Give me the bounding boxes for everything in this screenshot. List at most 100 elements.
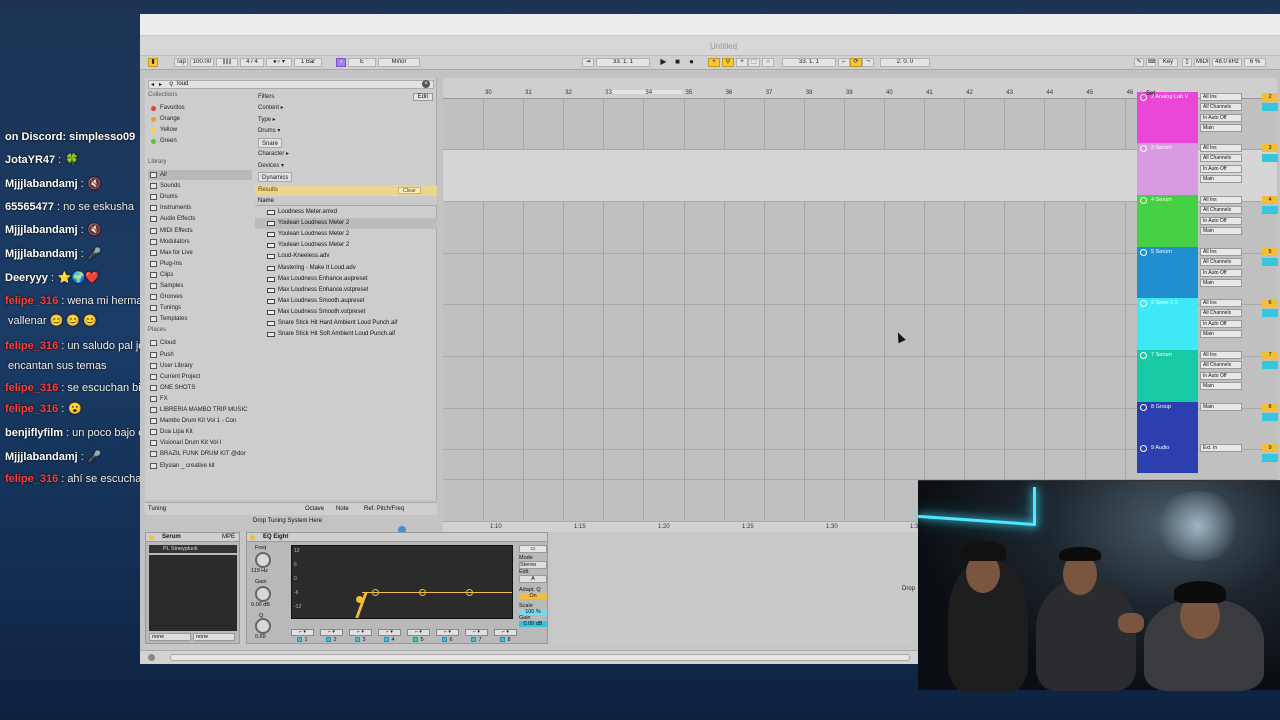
result-item[interactable]: Loudness Meter.amxd — [255, 207, 437, 218]
track-io-selector[interactable]: In Auto Off — [1200, 113, 1242, 122]
metronome-icon[interactable]: ∥∥∥ — [216, 58, 238, 67]
eq-band-2-dot[interactable] — [372, 589, 379, 596]
metronome-toggle-icon[interactable]: ●○ ▾ — [266, 58, 292, 67]
eq-band-toggle[interactable]: 2 — [320, 637, 343, 644]
library-item[interactable]: Templates — [148, 314, 252, 324]
track-io-selector[interactable]: Main — [1200, 174, 1242, 183]
arrangement-position-field[interactable]: 33. 1. 1 — [596, 58, 650, 67]
eq-eight-title[interactable]: EQ Eight — [247, 533, 547, 542]
automation-arm-icon[interactable]: ⚲ — [722, 58, 734, 67]
library-item[interactable]: Tunings — [148, 303, 252, 313]
eq-band-toggle[interactable]: 1 — [291, 637, 314, 644]
re-enable-icon[interactable]: + — [736, 58, 748, 67]
result-item[interactable]: Youlean Loudness Meter 2 — [255, 240, 437, 251]
edit-filters-button[interactable]: Edit — [412, 93, 433, 101]
session-record-icon[interactable]: ○ — [762, 58, 774, 67]
track-activator-icon[interactable] — [1262, 309, 1278, 317]
clear-search-icon[interactable]: × — [422, 80, 430, 88]
track-number[interactable]: 7 — [1262, 351, 1278, 359]
place-item[interactable]: Push — [148, 350, 252, 360]
collection-item[interactable]: Yellow — [148, 125, 252, 135]
track-io-selector[interactable]: Ext. In — [1200, 444, 1242, 452]
filter-item[interactable]: Character ▸ — [258, 149, 289, 159]
place-item[interactable]: User Library — [148, 361, 252, 371]
track-io-selector[interactable]: All Ins — [1200, 144, 1242, 152]
device-drop-area[interactable] — [553, 532, 923, 644]
filter-item[interactable]: Content ▸ — [258, 103, 284, 113]
place-item[interactable]: Dua Lipa Kit — [148, 427, 252, 437]
result-item[interactable]: Mastering - Make It Loud.adv — [255, 263, 437, 274]
punch-in-icon[interactable]: ⌐ — [838, 58, 850, 67]
track-activator-icon[interactable] — [1262, 154, 1278, 162]
key-map-button[interactable]: Key — [1158, 58, 1178, 67]
track-io-selector[interactable]: All Channels — [1200, 154, 1242, 163]
loop-length-field[interactable]: 2. 0. 0 — [880, 58, 930, 67]
track-name[interactable]: 8 Group — [1151, 404, 1171, 410]
tap-button[interactable]: Tap — [174, 58, 188, 67]
track-io-selector[interactable]: Main — [1200, 381, 1242, 390]
track-header[interactable]: 3 Serum All Ins All Channels In Auto Off Mai… — [1137, 143, 1280, 195]
track-header[interactable]: 7 Serum All Ins All Channels In Auto Off Mai… — [1137, 350, 1280, 402]
preset-selector[interactable]: PL Sineypluck — [149, 545, 237, 553]
track-number[interactable]: 8 — [1262, 403, 1278, 411]
gain-knob[interactable] — [255, 586, 271, 602]
scale-dropdown[interactable]: Minor — [378, 58, 420, 67]
result-item[interactable]: Loud-Kneeless.adv — [255, 251, 437, 262]
track-activator-icon[interactable] — [1262, 413, 1278, 421]
eq-band-toggle[interactable]: 6 — [436, 637, 459, 644]
record-icon[interactable]: ● — [686, 58, 697, 67]
track-fold-icon[interactable] — [1140, 145, 1147, 152]
capture-icon[interactable]: ⬚ — [748, 58, 760, 67]
punch-out-icon[interactable]: ¬ — [862, 58, 874, 67]
adaptive-q-toggle[interactable]: On — [519, 593, 547, 599]
output-selector-2[interactable]: none — [193, 633, 235, 641]
library-item[interactable]: Samples — [148, 281, 252, 291]
track-io-selector[interactable]: Main — [1200, 278, 1242, 287]
library-item[interactable]: Audio Effects — [148, 214, 252, 224]
track-fold-icon[interactable] — [1140, 352, 1147, 359]
track-io-selector[interactable]: All Channels — [1200, 309, 1242, 318]
forward-icon[interactable]: ▸ — [159, 81, 162, 88]
track-number[interactable]: 3 — [1262, 144, 1278, 152]
filter-item[interactable]: Drums ▾ — [258, 126, 280, 136]
search-input[interactable]: loud — [148, 80, 434, 89]
track-name[interactable]: 9 Audio — [1151, 445, 1169, 451]
track-io-selector[interactable]: All Channels — [1200, 361, 1242, 370]
scale-mode-icon[interactable]: ♪ — [336, 58, 346, 67]
track-number[interactable]: 9 — [1262, 444, 1278, 452]
track-io-selector[interactable]: All Channels — [1200, 206, 1242, 215]
track-name[interactable]: 2 Analog Lab V — [1151, 94, 1188, 100]
result-item[interactable]: Max Loudness Smooth.aupreset — [255, 296, 437, 307]
track-header[interactable]: 4 Serum All Ins All Channels In Auto Off Mai… — [1137, 195, 1280, 247]
mpe-label[interactable]: MPE — [222, 534, 235, 540]
eq-filter-type-button[interactable]: ⌐ ▾ — [349, 629, 372, 636]
track-io-selector[interactable]: In Auto Off — [1200, 371, 1242, 380]
tuning-drop-zone[interactable]: Drop Tuning System Here — [253, 518, 322, 524]
eq-filter-type-button[interactable]: ⌐ ▾ — [494, 629, 517, 636]
eq-band-toggle[interactable]: 5 — [407, 637, 430, 644]
track-header[interactable]: 2 Analog Lab V All Ins All Channels In Auto… — [1137, 92, 1280, 143]
track-io-selector[interactable]: Main — [1200, 123, 1242, 132]
follow-icon[interactable]: ⇥ — [582, 58, 594, 67]
track-io-selector[interactable]: All Ins — [1200, 196, 1242, 204]
track-activator-icon[interactable] — [1262, 454, 1278, 462]
library-item[interactable]: Grooves — [148, 292, 252, 302]
place-item[interactable]: BRAZIL FUNK DRUM KIT @dor — [148, 449, 252, 459]
edit-a-button[interactable]: A — [519, 575, 547, 583]
quantize-dropdown[interactable]: 1 Bar — [294, 58, 322, 67]
track-io-selector[interactable]: All Ins — [1200, 248, 1242, 256]
result-item[interactable]: Snare Stick Hit Hard Ambient Loud Punch.… — [255, 318, 437, 329]
place-item[interactable]: Elysian _ creative kit — [148, 461, 252, 471]
track-number[interactable]: 6 — [1262, 299, 1278, 307]
output-selector-1[interactable]: none — [149, 633, 191, 641]
track-name[interactable]: 7 Serum — [1151, 352, 1172, 358]
collection-item[interactable]: Orange — [148, 114, 252, 124]
track-io-selector[interactable]: In Auto Off — [1200, 164, 1242, 173]
overdub-icon[interactable]: + — [708, 58, 720, 67]
library-item[interactable]: Plug-Ins — [148, 259, 252, 269]
loop-start-field[interactable]: 33. 1. 1 — [782, 58, 836, 67]
q-knob[interactable] — [255, 618, 271, 634]
library-item[interactable]: Instruments — [148, 203, 252, 213]
library-item[interactable]: Sounds — [148, 181, 252, 191]
eq-graph[interactable]: 12 6 0 -6 -12 — [291, 545, 513, 619]
